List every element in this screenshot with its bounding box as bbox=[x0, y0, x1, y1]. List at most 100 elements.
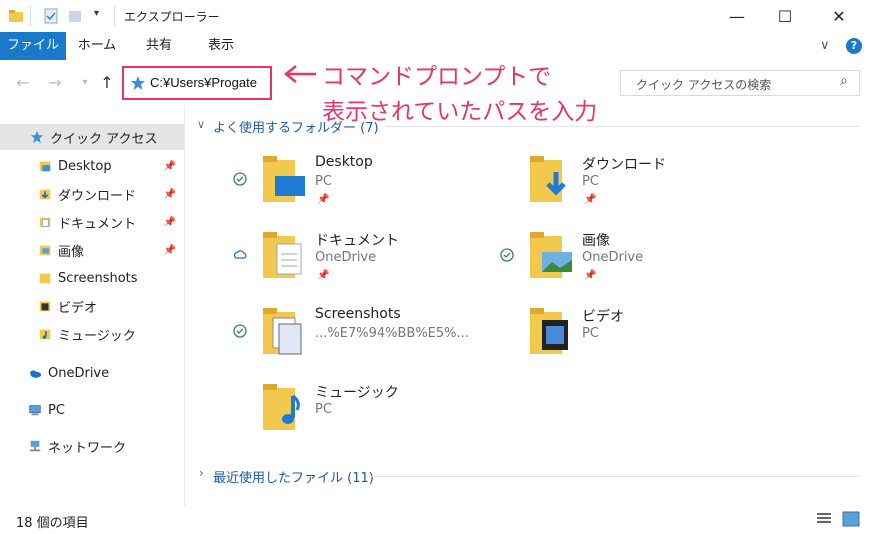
folder-icon bbox=[39, 161, 51, 172]
maximize-button[interactable]: ☐ bbox=[762, 0, 808, 32]
music-folder-icon bbox=[263, 384, 300, 430]
documents-folder-icon bbox=[39, 217, 51, 228]
nav-label: ミュージック bbox=[58, 328, 136, 344]
nav-label: ネットワーク bbox=[48, 440, 127, 456]
content-pane: ∨ よく使用するフォルダー (7) Desktop PC 📌 ダウンロード PC… bbox=[185, 106, 870, 506]
onedrive-icon bbox=[30, 370, 42, 378]
up-button[interactable]: ↑ bbox=[96, 72, 118, 94]
nav-label: Screenshots bbox=[58, 270, 138, 286]
music-folder-icon bbox=[39, 329, 51, 340]
tab-file[interactable]: ファイル bbox=[0, 32, 66, 60]
pin-icon[interactable]: 📌 bbox=[584, 270, 596, 281]
pin-icon[interactable]: 📌 bbox=[164, 245, 176, 256]
nav-item-documents[interactable]: ドキュメント 📌 bbox=[0, 209, 184, 235]
pin-icon[interactable]: 📌 bbox=[164, 217, 176, 228]
videos-folder-icon bbox=[39, 301, 51, 312]
back-button[interactable]: ← bbox=[12, 72, 34, 94]
title-bar: ▾ エクスプローラー — ☐ ✕ bbox=[0, 0, 870, 32]
nav-label: ビデオ bbox=[58, 300, 98, 316]
pin-icon[interactable]: 📌 bbox=[317, 270, 329, 281]
item-count: 18 個の項目 bbox=[16, 516, 89, 531]
help-icon[interactable]: ? bbox=[846, 38, 862, 54]
star-icon bbox=[131, 76, 145, 90]
folder-location: PC bbox=[582, 326, 599, 341]
network-icon bbox=[29, 440, 41, 452]
pin-icon[interactable]: 📌 bbox=[584, 194, 596, 205]
nav-item-downloads[interactable]: ダウンロード 📌 bbox=[0, 181, 184, 207]
navigation-pane: クイック アクセス Desktop 📌 ダウンロード 📌 ドキュメント 📌 画像 📌 S… bbox=[0, 106, 185, 506]
folder-tile-music[interactable]: ミュージック PC bbox=[233, 382, 493, 446]
documents-folder-icon bbox=[263, 232, 302, 278]
tab-share[interactable]: 共有 bbox=[134, 32, 184, 60]
divider bbox=[369, 476, 859, 477]
nav-quick-access[interactable]: クイック アクセス bbox=[0, 124, 184, 150]
chevron-down-icon[interactable]: ∨ bbox=[197, 118, 205, 131]
nav-network[interactable]: ネットワーク bbox=[0, 433, 184, 459]
divider bbox=[385, 126, 860, 127]
nav-label: ドキュメント bbox=[58, 216, 137, 232]
expand-ribbon-icon[interactable]: ∨ bbox=[820, 38, 830, 53]
new-folder-icon[interactable] bbox=[68, 8, 82, 24]
screenshots-folder-icon bbox=[263, 308, 302, 355]
close-button[interactable]: ✕ bbox=[816, 0, 862, 32]
cloud-icon bbox=[233, 250, 247, 259]
sync-check-icon bbox=[500, 248, 514, 262]
sync-check-icon bbox=[233, 172, 247, 186]
folder-tile-desktop[interactable]: Desktop PC 📌 bbox=[233, 154, 493, 218]
nav-item-music[interactable]: ミュージック bbox=[0, 321, 184, 347]
properties-icon[interactable] bbox=[44, 8, 58, 24]
tab-home[interactable]: ホーム bbox=[70, 32, 124, 60]
minimize-button[interactable]: — bbox=[714, 0, 760, 32]
nav-pc[interactable]: PC bbox=[0, 397, 184, 423]
nav-label: 画像 bbox=[58, 244, 85, 260]
folder-tile-videos[interactable]: ビデオ PC bbox=[500, 306, 760, 370]
nav-onedrive[interactable]: OneDrive bbox=[0, 360, 184, 386]
recent-files-header[interactable]: 最近使用したファイル (11) bbox=[213, 467, 374, 486]
star-icon bbox=[30, 130, 44, 144]
tab-view[interactable]: 表示 bbox=[196, 32, 246, 60]
details-view-icon[interactable] bbox=[816, 512, 832, 526]
nav-item-screenshots[interactable]: Screenshots bbox=[0, 265, 184, 291]
recent-locations-icon[interactable]: ▾ bbox=[74, 72, 96, 94]
chevron-right-icon[interactable]: › bbox=[199, 466, 204, 480]
frequent-folders-header[interactable]: よく使用するフォルダー (7) bbox=[213, 117, 379, 136]
annotation-arrow-icon bbox=[283, 65, 316, 83]
search-placeholder: クイック アクセスの検索 bbox=[636, 78, 772, 92]
nav-label: Desktop bbox=[58, 158, 112, 174]
nav-item-videos[interactable]: ビデオ bbox=[0, 293, 184, 319]
nav-item-desktop[interactable]: Desktop 📌 bbox=[0, 153, 184, 179]
forward-button[interactable]: → bbox=[44, 72, 66, 94]
nav-label: クイック アクセス bbox=[50, 131, 158, 147]
pictures-folder-icon bbox=[39, 245, 51, 256]
folder-name: ビデオ bbox=[582, 309, 624, 325]
nav-item-pictures[interactable]: 画像 📌 bbox=[0, 237, 184, 263]
pin-icon[interactable]: 📌 bbox=[317, 194, 329, 205]
nav-label: ダウンロード bbox=[58, 188, 137, 204]
folder-tile-pictures[interactable]: 画像 OneDrive 📌 bbox=[500, 230, 760, 294]
large-icons-view-icon[interactable] bbox=[842, 511, 860, 527]
download-folder-icon bbox=[530, 156, 566, 202]
nav-label: PC bbox=[48, 402, 65, 418]
pin-icon[interactable]: 📌 bbox=[164, 161, 176, 172]
folder-name: ミュージック bbox=[315, 385, 399, 401]
folder-tile-screenshots[interactable]: Screenshots ...%E7%94%BB%E5%... bbox=[233, 306, 493, 370]
folder-tile-downloads[interactable]: ダウンロード PC 📌 bbox=[500, 154, 760, 218]
search-icon[interactable]: ⌕ bbox=[840, 73, 848, 89]
annotation-text-line1: コマンドプロンプトで bbox=[322, 64, 552, 90]
folder-name: ダウンロード bbox=[582, 157, 666, 173]
folder-location: PC bbox=[315, 402, 332, 417]
folder-name: Desktop bbox=[315, 154, 373, 170]
folder-icon[interactable] bbox=[8, 8, 24, 24]
folder-name: Screenshots bbox=[315, 306, 401, 322]
folder-location: PC bbox=[582, 174, 599, 189]
desktop-folder-icon bbox=[263, 156, 305, 202]
chevron-down-icon[interactable]: ▾ bbox=[94, 8, 99, 19]
folder-icon bbox=[39, 273, 51, 284]
pin-icon[interactable]: 📌 bbox=[164, 189, 176, 200]
address-input[interactable]: C:¥Users¥Progate bbox=[150, 75, 257, 90]
computer-icon bbox=[29, 405, 41, 416]
folder-tile-documents[interactable]: ドキュメント OneDrive 📌 bbox=[233, 230, 493, 294]
sync-check-icon bbox=[233, 324, 247, 338]
download-folder-icon bbox=[39, 189, 51, 200]
folder-location: PC bbox=[315, 174, 332, 189]
